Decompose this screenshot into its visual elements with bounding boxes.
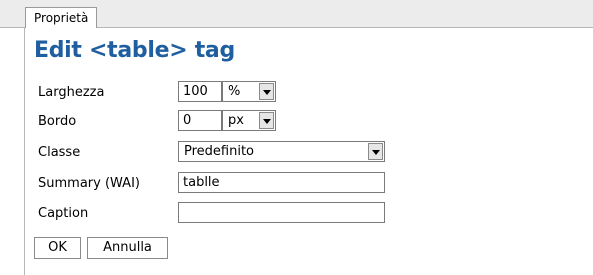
chevron-down-icon[interactable] — [368, 143, 383, 160]
tab-properties[interactable]: Proprietà — [25, 7, 98, 29]
caption-label: Caption — [38, 206, 89, 221]
border-unit-value: px — [228, 113, 244, 128]
caption-input[interactable] — [178, 202, 385, 223]
border-input[interactable]: 0 — [178, 110, 222, 131]
chevron-down-icon[interactable] — [259, 83, 274, 100]
width-input[interactable]: 100 — [178, 81, 222, 102]
summary-input[interactable]: tablle — [178, 172, 385, 193]
class-select[interactable]: Predefinito — [178, 141, 385, 162]
summary-label: Summary (WAI) — [38, 176, 140, 191]
ok-button[interactable]: OK — [34, 237, 81, 259]
border-unit-select[interactable]: px — [222, 110, 276, 131]
width-label: Larghezza — [38, 85, 105, 100]
class-label: Classe — [38, 145, 81, 160]
tab-bar: Proprietà — [0, 0, 593, 29]
width-unit-value: % — [228, 84, 241, 99]
width-unit-select[interactable]: % — [222, 81, 276, 102]
class-select-value: Predefinito — [184, 144, 255, 159]
chevron-down-icon[interactable] — [259, 112, 274, 129]
cancel-button[interactable]: Annulla — [87, 237, 168, 259]
dialog-title: Edit <table> tag — [34, 38, 235, 63]
border-label: Bordo — [38, 114, 77, 129]
